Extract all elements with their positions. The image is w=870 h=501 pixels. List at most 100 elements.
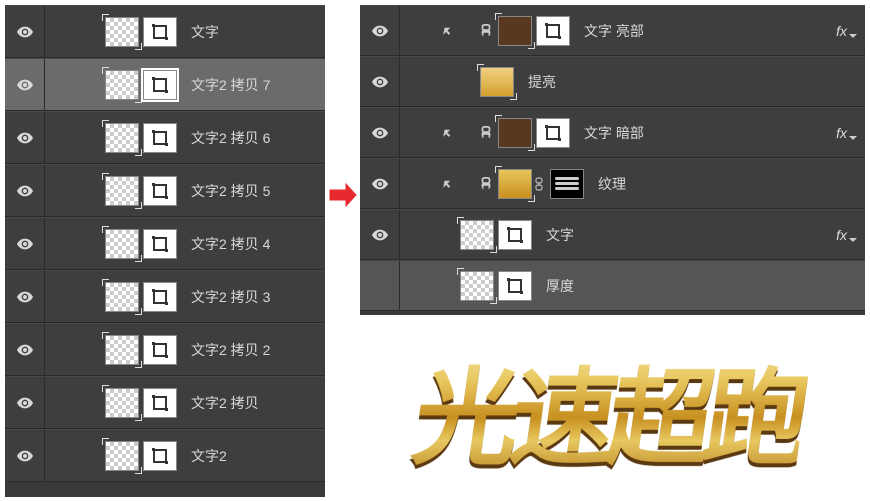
chevron-down-icon [849,27,857,35]
layer-thumbnail[interactable] [498,118,532,148]
eye-icon [372,227,388,243]
layer-row[interactable]: 文字 亮部 fx [360,5,865,56]
layer-mask-thumbnail[interactable] [550,169,584,199]
layer-label[interactable]: 文字2 拷贝 [191,393,325,413]
layer-row[interactable]: 文字 [5,5,325,58]
fx-badge[interactable]: fx [836,23,857,39]
chevron-down-icon [849,231,857,239]
layer-thumbnail[interactable] [105,441,139,471]
smart-object-badge[interactable] [143,388,177,418]
visibility-toggle[interactable] [5,430,45,481]
smart-object-badge[interactable] [498,271,532,301]
layer-label[interactable]: 文字2 拷贝 4 [191,234,325,254]
layer-thumbnail[interactable] [105,70,139,100]
layer-row[interactable]: 文字2 拷贝 3 [5,270,325,323]
visibility-toggle[interactable] [5,271,45,322]
smart-object-badge[interactable] [143,70,177,100]
layer-thumbnail[interactable] [105,123,139,153]
smart-object-badge[interactable] [143,282,177,312]
layer-row[interactable]: 文字2 拷贝 7 [5,58,325,111]
layer-label[interactable]: 厚度 [546,276,865,296]
smart-object-badge[interactable] [498,220,532,250]
visibility-toggle[interactable] [5,112,45,163]
indent-spacer [45,6,105,57]
layer-thumbnail[interactable] [105,388,139,418]
layer-thumbnail[interactable] [460,271,494,301]
layer-row[interactable]: 纹理 [360,158,865,209]
visibility-toggle[interactable] [5,218,45,269]
layer-thumbnail[interactable] [105,176,139,206]
indent-spacer [45,377,105,428]
eye-icon [17,130,33,146]
layer-label[interactable]: 文字 [191,22,325,42]
smart-object-badge[interactable] [536,118,570,148]
layer-row[interactable]: 文字2 [5,429,325,482]
layer-label[interactable]: 文字2 拷贝 7 [191,75,325,95]
fx-badge[interactable]: fx [836,125,857,141]
layer-thumbnail[interactable] [105,282,139,312]
link-icon [480,24,492,38]
layer-thumbnail[interactable] [480,67,514,97]
smart-object-badge[interactable] [143,176,177,206]
layer-row[interactable]: 文字2 拷贝 6 [5,111,325,164]
layer-label[interactable]: 文字2 拷贝 5 [191,181,325,201]
layer-label[interactable]: 文字2 拷贝 3 [191,287,325,307]
layer-row[interactable]: 厚度 [360,260,865,311]
indent-spacer [45,165,105,216]
layer-thumbnail[interactable] [498,169,532,199]
layer-label[interactable]: 纹理 [598,174,865,194]
indent-spacer [400,6,480,55]
layer-thumbnail[interactable] [105,335,139,365]
visibility-toggle[interactable] [360,261,400,310]
visibility-toggle[interactable] [360,57,400,106]
smart-object-badge[interactable] [143,229,177,259]
layer-thumbnail[interactable] [105,229,139,259]
fx-badge[interactable]: fx [836,227,857,243]
layer-label[interactable]: 文字2 拷贝 6 [191,128,325,148]
eye-icon [17,183,33,199]
indent-spacer [45,430,105,481]
clip-arrow-icon [440,25,452,37]
layer-thumbnail[interactable] [105,17,139,47]
layer-label[interactable]: 文字2 拷贝 2 [191,340,325,360]
layer-row[interactable]: 文字 暗部 fx [360,107,865,158]
gold-text-render: 光速超跑 [405,334,814,486]
indent-spacer [45,112,105,163]
smart-object-badge[interactable] [143,335,177,365]
layer-row[interactable]: 提亮 [360,56,865,107]
indent-spacer [400,159,480,208]
smart-object-badge[interactable] [143,17,177,47]
layer-row[interactable]: 文字 fx [360,209,865,260]
layer-label[interactable]: 提亮 [528,72,865,92]
visibility-toggle[interactable] [5,377,45,428]
smart-object-badge[interactable] [143,123,177,153]
layer-row[interactable]: 文字2 拷贝 4 [5,217,325,270]
visibility-toggle[interactable] [5,165,45,216]
visibility-toggle[interactable] [5,6,45,57]
visibility-toggle[interactable] [5,324,45,375]
eye-icon [17,289,33,305]
layer-label[interactable]: 文字 [546,225,836,245]
link-icon [480,177,492,191]
visibility-toggle[interactable] [360,6,400,55]
layer-thumbnail[interactable] [498,16,532,46]
indent-spacer [400,210,460,259]
visibility-toggle[interactable] [360,108,400,157]
clip-arrow-icon [440,127,452,139]
smart-object-badge[interactable] [143,441,177,471]
layer-label[interactable]: 文字 暗部 [584,123,836,143]
indent-spacer [45,218,105,269]
layers-panel-right: 文字 亮部 fx 提亮 文字 暗部 fx 纹理 文字 fx [360,5,865,315]
layer-thumbnail[interactable] [460,220,494,250]
chevron-down-icon [849,129,857,137]
layer-label[interactable]: 文字 亮部 [584,21,836,41]
visibility-toggle[interactable] [360,159,400,208]
layer-label[interactable]: 文字2 [191,446,325,466]
layer-row[interactable]: 文字2 拷贝 5 [5,164,325,217]
smart-object-badge[interactable] [536,16,570,46]
layer-row[interactable]: 文字2 拷贝 2 [5,323,325,376]
layer-row[interactable]: 文字2 拷贝 [5,376,325,429]
visibility-toggle[interactable] [5,59,45,110]
layers-panel-left: 文字 文字2 拷贝 7 文字2 拷贝 6 文字2 拷贝 5 文字2 拷贝 4 文… [5,5,325,497]
visibility-toggle[interactable] [360,210,400,259]
